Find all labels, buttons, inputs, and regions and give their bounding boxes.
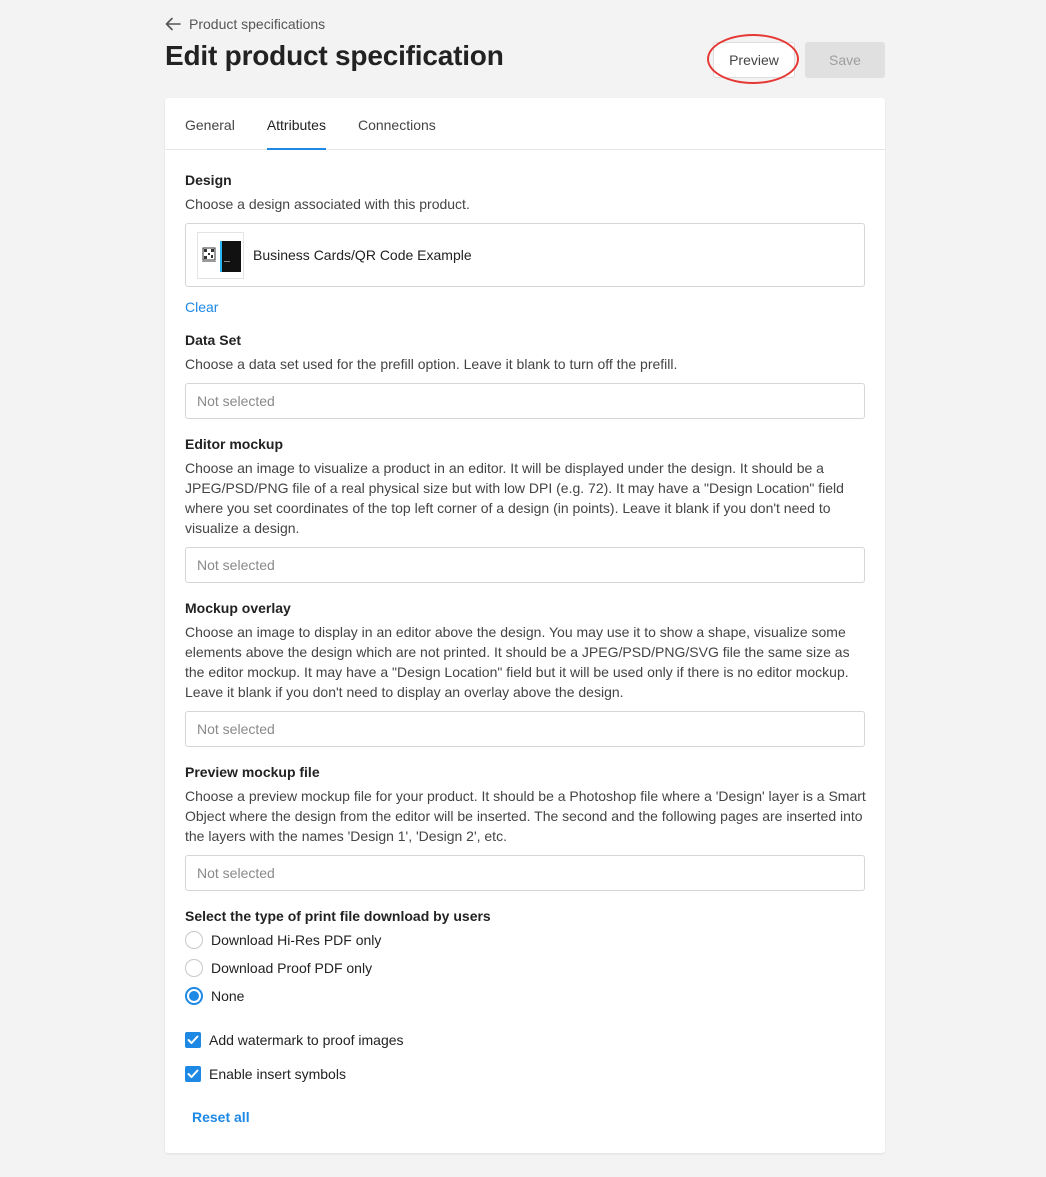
radio-label: None — [211, 988, 245, 1004]
check-icon — [187, 1035, 199, 1044]
radio-label: Download Hi-Res PDF only — [211, 932, 382, 948]
editor-mockup-field[interactable]: Not selected — [185, 547, 865, 583]
data-set-description: Choose a data set used for the prefill o… — [185, 356, 678, 372]
design-name: Business Cards/QR Code Example — [253, 247, 472, 263]
design-selector[interactable]: Business Cards/QR Code Example — [185, 223, 865, 287]
tab-attributes[interactable]: Attributes — [266, 98, 327, 150]
preview-button[interactable]: Preview — [713, 42, 795, 78]
mockup-overlay-title: Mockup overlay — [185, 600, 291, 616]
reset-all-link[interactable]: Reset all — [192, 1109, 250, 1125]
clear-link[interactable]: Clear — [185, 299, 218, 315]
check-icon — [187, 1069, 199, 1078]
design-thumbnail — [197, 231, 244, 279]
tab-connections[interactable]: Connections — [358, 98, 436, 149]
preview-mockup-description: Choose a preview mockup file for your pr… — [185, 788, 866, 844]
radio-button[interactable] — [185, 959, 203, 977]
editor-mockup-description: Choose an image to visualize a product i… — [185, 460, 844, 536]
tab-bar: General Attributes Connections — [165, 98, 885, 150]
arrow-left-icon — [165, 17, 181, 31]
checkbox-checked[interactable] — [185, 1032, 201, 1048]
radio-button-selected[interactable] — [185, 987, 203, 1005]
radio-none[interactable]: None — [185, 987, 244, 1005]
mockup-overlay-field[interactable]: Not selected — [185, 711, 865, 747]
tab-general[interactable]: General — [185, 98, 235, 149]
data-set-field[interactable]: Not selected — [185, 383, 865, 419]
checkbox-label: Add watermark to proof images — [209, 1032, 404, 1048]
editor-mockup-title: Editor mockup — [185, 436, 284, 452]
radio-label: Download Proof PDF only — [211, 960, 373, 976]
mockup-overlay-description: Choose an image to display in an editor … — [185, 624, 850, 700]
checkbox-insert-symbols[interactable]: Enable insert symbols — [185, 1066, 346, 1082]
design-description: Choose a design associated with this pro… — [185, 196, 470, 212]
preview-mockup-title: Preview mockup file — [185, 764, 320, 780]
data-set-title: Data Set — [185, 332, 242, 348]
save-button[interactable]: Save — [805, 42, 885, 78]
page: Product specifications Edit product spec… — [0, 0, 1046, 1177]
breadcrumb[interactable]: Product specifications — [165, 16, 325, 32]
checkbox-label: Enable insert symbols — [209, 1066, 346, 1082]
checkbox-watermark[interactable]: Add watermark to proof images — [185, 1032, 404, 1048]
page-title: Edit product specification — [165, 40, 504, 71]
breadcrumb-label[interactable]: Product specifications — [189, 16, 325, 32]
settings-card: General Attributes Connections Design Ch… — [165, 98, 885, 1153]
radio-hi-res-pdf[interactable]: Download Hi-Res PDF only — [185, 931, 381, 949]
preview-mockup-field[interactable]: Not selected — [185, 855, 865, 891]
radio-button[interactable] — [185, 931, 203, 949]
checkbox-checked[interactable] — [185, 1066, 201, 1082]
design-title: Design — [185, 172, 232, 188]
radio-proof-pdf[interactable]: Download Proof PDF only — [185, 959, 372, 977]
print-download-title: Select the type of print file download b… — [185, 908, 491, 924]
